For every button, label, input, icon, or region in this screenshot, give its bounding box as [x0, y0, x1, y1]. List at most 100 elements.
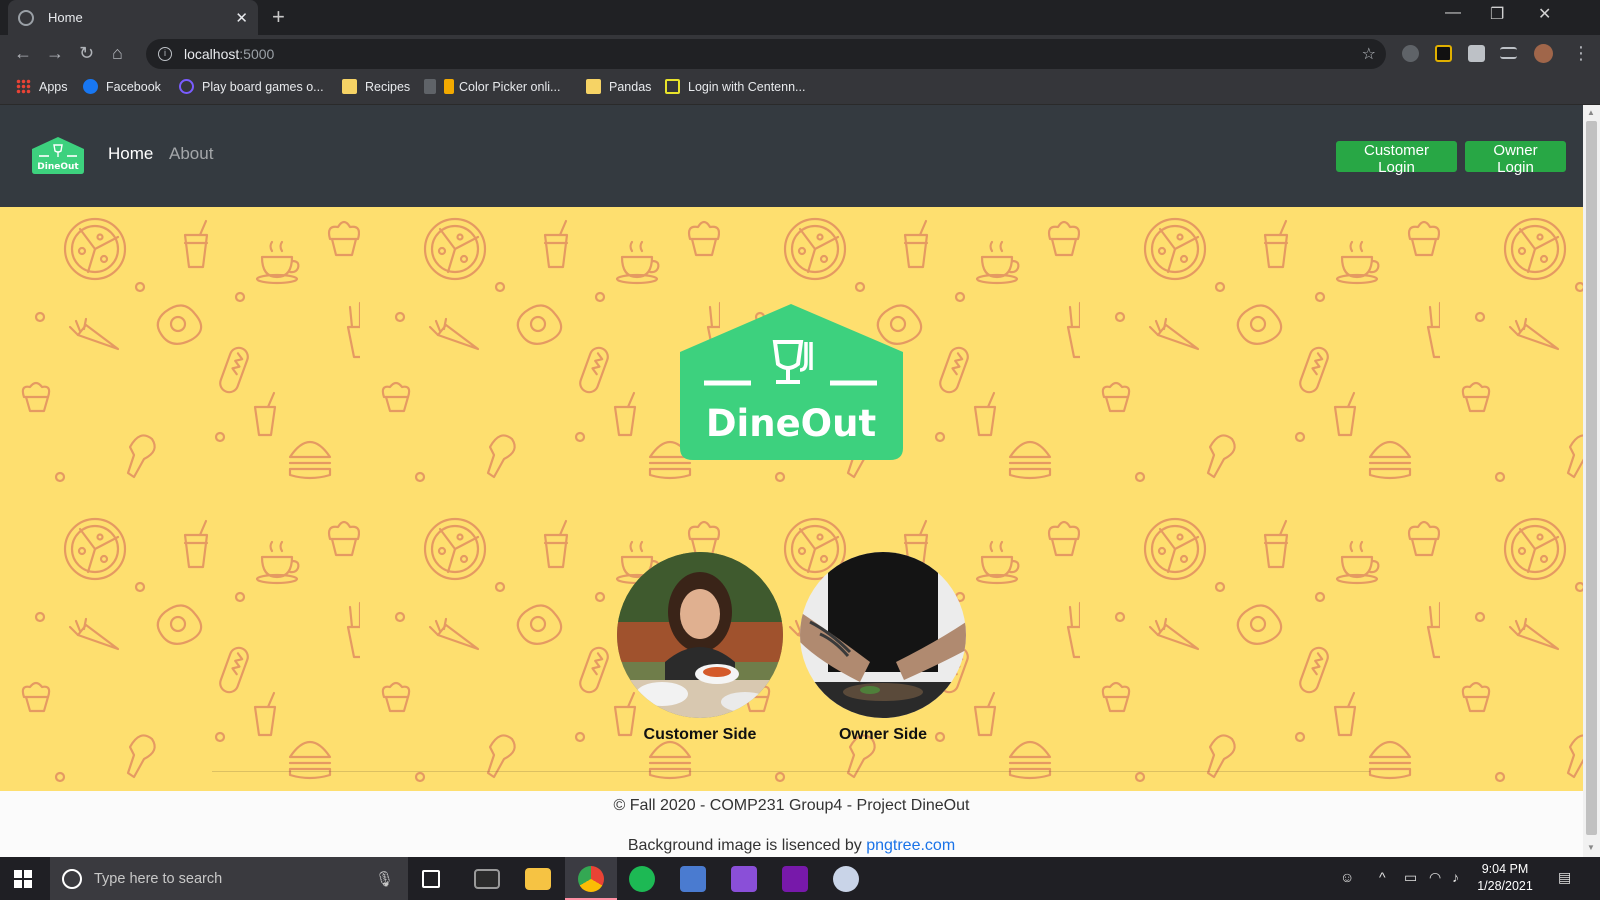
credit-prefix: Background image is lisenced by	[627, 837, 867, 854]
background-credit: Background image is lisenced by pngtree.…	[0, 837, 1583, 855]
maximize-button[interactable]: ❐	[1490, 4, 1504, 24]
thumbs-up-icon	[444, 79, 454, 94]
back-arrow-icon[interactable]: ←	[14, 41, 32, 65]
scroll-up-arrow-icon[interactable]: ▲	[1587, 108, 1595, 117]
people-icon[interactable]: ☺	[1340, 869, 1354, 885]
folder-icon	[342, 79, 357, 94]
tab-title: Home	[48, 10, 83, 25]
volume-icon[interactable]: ♪	[1452, 869, 1459, 885]
divider	[212, 771, 1370, 772]
owner-login-button[interactable]: Owner Login	[1465, 141, 1566, 176]
bookmark-recipes[interactable]: Recipes	[342, 79, 410, 94]
windows-start-icon[interactable]	[14, 870, 32, 888]
more-menu-icon[interactable]: ⋮	[1572, 41, 1590, 65]
bookmark-apps[interactable]: Apps	[16, 79, 68, 94]
dineout-brand-logo[interactable]: DineOut	[30, 135, 86, 175]
address-bar[interactable]: i localhost:5000 ☆	[146, 39, 1386, 69]
show-hidden-icons-chevron-icon[interactable]: ^	[1379, 869, 1386, 885]
bookmark-label: Login with Centenn...	[688, 79, 806, 94]
close-tab-icon[interactable]: ✕	[235, 9, 248, 27]
web-page: DineOut Home About Customer Login Owner …	[0, 105, 1583, 857]
reload-icon[interactable]: ↻	[79, 41, 94, 65]
scroll-down-arrow-icon[interactable]: ▼	[1587, 843, 1595, 852]
new-tab-button[interactable]: +	[272, 6, 285, 28]
task-view-icon[interactable]	[422, 870, 440, 888]
copyright-text: © Fall 2020 - COMP231 Group4 - Project D…	[613, 797, 970, 814]
chrome-taskbar-active[interactable]	[565, 857, 617, 900]
notifications-icon[interactable]: ▤	[1558, 869, 1571, 886]
owner-side-label[interactable]: Owner Side	[800, 726, 966, 744]
cortana-icon	[62, 868, 82, 889]
bookmark-label: Facebook	[106, 79, 161, 94]
clock-time: 9:04 PM	[1481, 862, 1529, 876]
bookmark-label: Recipes	[365, 79, 411, 94]
brand-logo-text: DineOut	[37, 162, 79, 172]
bookmark-label: Pandas	[609, 79, 652, 94]
customer-side-label[interactable]: Customer Side	[617, 726, 783, 744]
system-clock[interactable]: 9:04 PM 1/28/2021	[1466, 861, 1544, 895]
media-queue-icon[interactable]	[1500, 47, 1517, 59]
microphone-icon[interactable]: 🎙	[375, 870, 394, 888]
forward-arrow-icon[interactable]: →	[46, 41, 64, 65]
search-placeholder: Type here to search	[94, 870, 223, 887]
color-picker-icon	[424, 79, 436, 94]
chef-plating-photo[interactable]	[800, 552, 966, 718]
clock-date: 1/28/2021	[1477, 879, 1533, 893]
terminal-icon[interactable]	[474, 869, 500, 889]
paint-icon[interactable]	[833, 866, 859, 892]
bookmark-label: Color Picker onli...	[459, 79, 561, 94]
bookmark-centennial[interactable]: Login with Centenn...	[665, 79, 805, 94]
browser-toolbar: ← → ↻ ⌂ i localhost:5000 ☆ ⋮	[0, 35, 1600, 72]
globe-icon	[18, 9, 34, 26]
browser-tab-home[interactable]: Home ✕	[8, 0, 258, 35]
extensions-puzzle-icon[interactable]	[1468, 45, 1485, 62]
site-navbar: DineOut Home About Customer Login Owner …	[0, 105, 1583, 207]
wifi-icon[interactable]: ◠	[1429, 869, 1441, 886]
bookmarks-bar: Apps Facebook Play board games o... Reci…	[0, 72, 1600, 105]
bookmark-facebook[interactable]: Facebook	[83, 79, 161, 94]
site-info-icon[interactable]: i	[158, 47, 172, 61]
file-explorer-icon[interactable]	[525, 868, 551, 890]
battery-icon[interactable]: ▭	[1404, 869, 1417, 886]
food-doodle-background	[0, 207, 1583, 791]
board-games-icon	[179, 79, 194, 94]
owner-side-card[interactable]: Owner Side	[800, 552, 966, 744]
profile-avatar[interactable]	[1534, 44, 1553, 63]
bookmark-label: Apps	[39, 79, 68, 94]
scrollbar-thumb[interactable]	[1586, 121, 1597, 835]
close-window-button[interactable]: ✕	[1538, 4, 1551, 24]
facebook-icon	[83, 79, 98, 94]
pngtree-link[interactable]: pngtree.com	[866, 837, 955, 854]
url-port: :5000	[239, 46, 275, 62]
minimize-button[interactable]: —	[1445, 4, 1461, 22]
home-icon[interactable]: ⌂	[112, 41, 123, 65]
spotify-icon[interactable]	[629, 866, 655, 892]
hero-section: DineOut Customer Side Owner Side	[0, 207, 1583, 791]
extension-shield-icon[interactable]	[1402, 45, 1419, 62]
browser-tabstrip: Home ✕ + — ❐ ✕	[0, 0, 1600, 35]
bookmark-board-games[interactable]: Play board games o...	[179, 79, 324, 94]
bookmark-star-icon[interactable]: ☆	[1362, 44, 1376, 64]
snipping-tool-icon[interactable]	[680, 866, 706, 892]
centennial-icon	[665, 79, 680, 94]
nav-link-home[interactable]: Home	[108, 144, 153, 164]
chrome-icon[interactable]	[578, 866, 604, 892]
url-host: localhost	[184, 46, 240, 62]
extension-wallet-icon[interactable]	[1435, 45, 1452, 62]
woman-dining-photo[interactable]	[617, 552, 783, 718]
taskbar-search[interactable]: Type here to search 🎙	[50, 857, 408, 900]
bookmark-color-picker[interactable]: Color Picker onli...	[424, 79, 560, 94]
folder-icon	[586, 79, 601, 94]
customer-side-card[interactable]: Customer Side	[617, 552, 783, 744]
apps-grid-icon	[16, 79, 31, 94]
site-footer: © Fall 2020 - COMP231 Group4 - Project D…	[0, 791, 1583, 857]
bookmark-pandas[interactable]: Pandas	[586, 79, 651, 94]
bookmark-label: Play board games o...	[202, 79, 324, 94]
nav-link-about[interactable]: About	[169, 144, 213, 164]
onenote-icon[interactable]	[782, 866, 808, 892]
windows-taskbar: Type here to search 🎙 ☺ ^ ▭ ◠ ♪ 9:04 PM …	[0, 857, 1600, 900]
dineout-main-logo: DineOut	[680, 304, 903, 460]
visual-studio-icon[interactable]	[731, 866, 757, 892]
customer-login-button[interactable]: Customer Login	[1336, 141, 1457, 176]
page-scrollbar[interactable]: ▲ ▼	[1583, 105, 1600, 857]
